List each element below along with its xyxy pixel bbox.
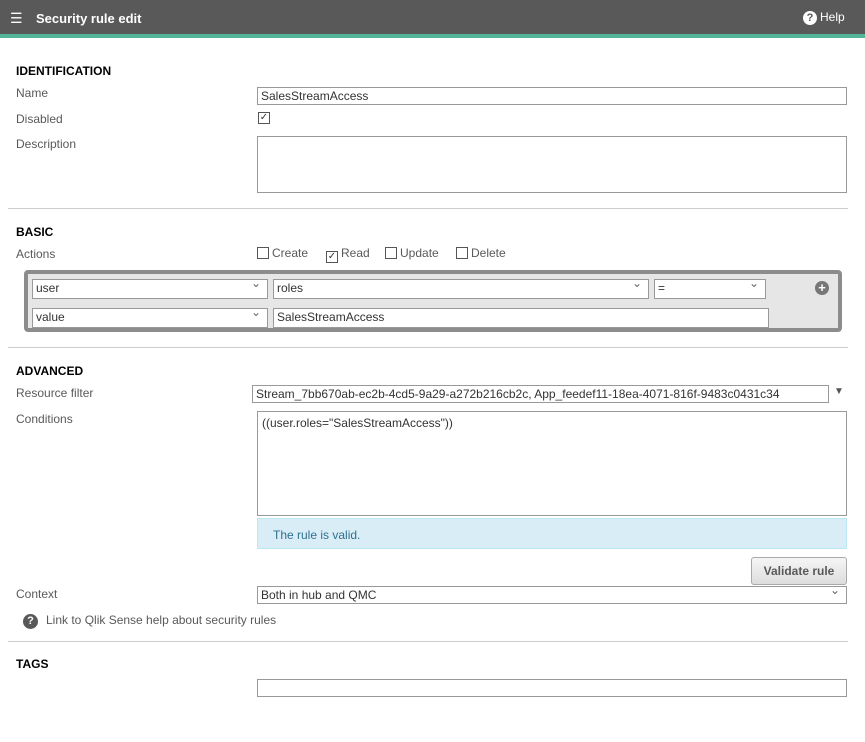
help-button[interactable]: ? Help xyxy=(803,10,845,25)
value-type-select[interactable]: value xyxy=(32,308,268,328)
action-read[interactable]: ✓ Read xyxy=(326,246,370,263)
resource-filter-label: Resource filter xyxy=(16,386,94,400)
add-condition-icon[interactable]: + xyxy=(815,281,829,295)
disabled-label: Disabled xyxy=(16,112,63,126)
resource-filter-input[interactable]: Stream_7bb670ab-ec2b-4cd5-9a29-a272b216c… xyxy=(252,385,829,403)
context-select[interactable]: Both in hub and QMC xyxy=(257,586,847,604)
help-label: Help xyxy=(820,10,845,24)
conditions-label: Conditions xyxy=(16,412,73,426)
delete-checkbox[interactable] xyxy=(456,247,468,259)
description-label: Description xyxy=(16,137,77,151)
validate-rule-button[interactable]: Validate rule xyxy=(751,557,847,585)
help-link-text[interactable]: Link to Qlik Sense help about security r… xyxy=(46,613,276,627)
conditions-textarea[interactable]: ((user.roles="SalesStreamAccess")) xyxy=(257,411,847,516)
disabled-checkbox[interactable]: ✓ xyxy=(258,112,270,124)
context-label: Context xyxy=(16,587,58,601)
action-create[interactable]: Create xyxy=(257,246,308,260)
operator-select[interactable]: = xyxy=(654,279,766,299)
action-update[interactable]: Update xyxy=(385,246,439,260)
divider xyxy=(8,641,848,642)
name-label: Name xyxy=(16,86,49,100)
read-checkbox[interactable]: ✓ xyxy=(326,251,338,263)
help-link[interactable]: ? Link to Qlik Sense help about security … xyxy=(23,613,276,629)
question-circle-icon: ? xyxy=(803,11,817,25)
page-title: Security rule edit xyxy=(36,11,142,26)
update-label: Update xyxy=(400,246,439,260)
value-input[interactable]: SalesStreamAccess xyxy=(273,308,769,328)
divider xyxy=(8,208,848,209)
read-label: Read xyxy=(341,246,370,260)
resource-type-select[interactable]: user xyxy=(32,279,268,299)
description-textarea[interactable] xyxy=(257,136,847,193)
create-checkbox[interactable] xyxy=(257,247,269,259)
identification-heading: IDENTIFICATION xyxy=(16,64,112,78)
divider xyxy=(8,347,848,348)
name-input[interactable]: SalesStreamAccess xyxy=(257,87,847,105)
question-circle-icon: ? xyxy=(23,614,38,629)
create-label: Create xyxy=(272,246,309,260)
basic-heading: BASIC xyxy=(16,225,54,239)
actions-label: Actions xyxy=(16,247,56,261)
list-edit-icon: ☰ xyxy=(10,10,23,26)
action-delete[interactable]: Delete xyxy=(456,246,506,260)
property-select[interactable]: roles xyxy=(273,279,649,299)
tags-heading: TAGS xyxy=(16,657,49,671)
validation-message: The rule is valid. xyxy=(257,518,847,549)
delete-label: Delete xyxy=(471,246,506,260)
tags-input[interactable] xyxy=(257,679,847,697)
caret-down-icon[interactable]: ▼ xyxy=(834,386,844,397)
header-bar: ☰ Security rule edit ? Help xyxy=(0,0,865,38)
advanced-heading: ADVANCED xyxy=(16,364,84,378)
update-checkbox[interactable] xyxy=(385,247,397,259)
